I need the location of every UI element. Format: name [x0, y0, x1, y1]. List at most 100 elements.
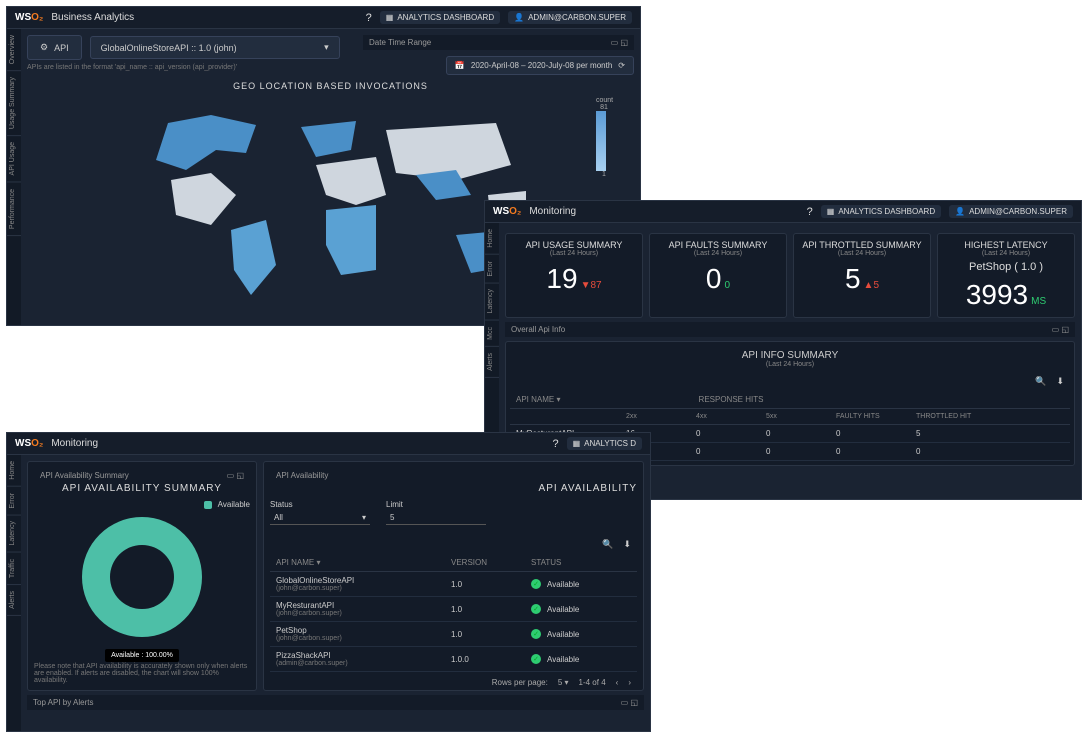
sidetab[interactable]: Performance — [7, 183, 21, 236]
sidetab[interactable]: Alerts — [485, 347, 499, 378]
sidetab[interactable]: Mcc — [485, 321, 499, 347]
prev-page-button[interactable]: ‹ — [616, 678, 619, 687]
panel-header: Overall Api Info▭ ◱ — [505, 322, 1075, 337]
table-row[interactable]: MyResturantAPI(john@carbon.super)1.0✓Ava… — [270, 597, 637, 622]
legend-swatch — [204, 501, 212, 509]
panel-header: Date Time Range▭ ◱ — [363, 35, 634, 50]
logo: WSO₂ — [15, 12, 43, 23]
table-row[interactable]: PizzaShackAPI(admin@carbon.super)1.0.0✓A… — [270, 647, 637, 672]
help-icon[interactable]: ? — [807, 206, 813, 218]
status-ok-icon: ✓ — [531, 579, 541, 589]
nav-dashboard-button[interactable]: ▦ANALYTICS D — [567, 437, 642, 450]
collapse-icon[interactable]: ▭ ◱ — [1052, 325, 1069, 334]
page-title: Business Analytics — [51, 12, 134, 23]
table-subtitle: (Last 24 Hours) — [514, 361, 1066, 368]
topbar: WSO₂ Monitoring ? ▦ANALYTICS D — [7, 433, 650, 455]
sidetab[interactable]: Alerts — [7, 585, 21, 616]
card-title: API FAULTS SUMMARY — [656, 240, 780, 250]
table-pager: Rows per page: 5 ▾ 1-4 of 4 ‹ › — [270, 672, 637, 693]
sidetab[interactable]: Home — [485, 223, 499, 255]
status-filter-dropdown[interactable]: All▾ — [270, 511, 370, 525]
sidetab[interactable]: Home — [7, 455, 21, 487]
map-title: GEO LOCATION BASED INVOCATIONS — [27, 81, 634, 91]
legend-label: Available — [218, 500, 250, 509]
sidetab[interactable]: Error — [7, 487, 21, 516]
side-tabs: HomeErrorLatencyTrafficAlerts — [7, 455, 21, 731]
world-map[interactable] — [116, 95, 546, 310]
table-title: API INFO SUMMARY — [514, 350, 1066, 361]
collapse-icon[interactable]: ▭ ◱ — [227, 471, 244, 480]
summary-card[interactable]: API THROTTLED SUMMARY (Last 24 Hours) 5▲… — [793, 233, 931, 318]
next-page-button[interactable]: › — [628, 678, 631, 687]
card-title: API THROTTLED SUMMARY — [800, 240, 924, 250]
card-delta: 0 — [725, 280, 731, 291]
card-subtitle: (Last 24 Hours) — [512, 250, 636, 257]
status-ok-icon: ✓ — [531, 629, 541, 639]
sidetab[interactable]: Overview — [7, 29, 21, 71]
topbar: WSO₂ Monitoring ? ▦ANALYTICS DASHBOARD 👤… — [485, 201, 1081, 223]
user-menu[interactable]: 👤ADMIN@CARBON.SUPER — [508, 11, 632, 24]
latency-card[interactable]: HIGHEST LATENCY (Last 24 Hours) PetShop … — [937, 233, 1075, 318]
date-range-picker[interactable]: 📅 2020-April-08 – 2020-July-08 per month… — [446, 56, 634, 75]
help-icon[interactable]: ? — [552, 438, 558, 450]
sidetab[interactable]: Usage Summary — [7, 71, 21, 136]
card-title: API USAGE SUMMARY — [512, 240, 636, 250]
card-delta: ▲5 — [864, 280, 879, 291]
card-subtitle: (Last 24 Hours) — [800, 250, 924, 257]
table-header: API NAME ▾ RESPONSE HITS — [510, 391, 1070, 409]
card-value: 0 — [706, 263, 722, 295]
search-icon[interactable]: 🔍 — [602, 539, 613, 550]
summary-card[interactable]: API FAULTS SUMMARY (Last 24 Hours) 00 — [649, 233, 787, 318]
nav-dashboard-button[interactable]: ▦ANALYTICS DASHBOARD — [380, 11, 500, 24]
sidetab[interactable]: Latency — [7, 515, 21, 553]
logo: WSO₂ — [15, 438, 43, 449]
api-settings-button[interactable]: ⚙API — [27, 35, 82, 60]
sidetab[interactable]: Traffic — [7, 553, 21, 585]
calendar-icon: 📅 — [455, 61, 465, 70]
side-tabs: Overview Usage Summary API Usage Perform… — [7, 29, 21, 325]
table-row[interactable]: PetShop(john@carbon.super)1.0✓Available — [270, 622, 637, 647]
limit-filter-input[interactable]: 5 — [386, 511, 486, 525]
table-row[interactable]: GlobalOnlineStoreAPI(john@carbon.super)1… — [270, 572, 637, 597]
latency-unit: MS — [1031, 296, 1046, 307]
map-legend: count 81 1 — [596, 97, 612, 178]
sidetab[interactable]: Error — [485, 255, 499, 284]
gear-icon: ⚙ — [40, 42, 48, 53]
availability-donut-chart[interactable] — [82, 517, 202, 637]
api-selector-dropdown[interactable]: GlobalOnlineStoreAPI :: 1.0 (john)▾ — [90, 36, 340, 59]
latency-api: PetShop ( 1.0 ) — [944, 261, 1068, 273]
summary-card[interactable]: API USAGE SUMMARY (Last 24 Hours) 19 ▼87 — [505, 233, 643, 318]
chevron-down-icon: ▾ — [324, 42, 329, 53]
sidetab[interactable]: Latency — [485, 283, 499, 321]
panel-header: API Availability Summary▭ ◱ — [34, 468, 250, 483]
collapse-icon[interactable]: ▭ ◱ — [621, 698, 638, 707]
status-ok-icon: ✓ — [531, 654, 541, 664]
nav-dashboard-button[interactable]: ▦ANALYTICS DASHBOARD — [821, 205, 941, 218]
footer-note: Please note that API availability is acc… — [34, 663, 250, 684]
sync-icon[interactable]: ⟳ — [618, 61, 625, 70]
search-icon[interactable]: 🔍 — [1035, 376, 1046, 387]
monitoring-availability-panel: WSO₂ Monitoring ? ▦ANALYTICS D HomeError… — [6, 432, 651, 732]
chart-tooltip: Available : 100.00% — [105, 649, 179, 662]
card-value: 5 — [845, 263, 861, 295]
status-ok-icon: ✓ — [531, 604, 541, 614]
filter-label: Status — [270, 500, 370, 509]
api-hint: APIs are listed in the format 'api_name … — [27, 64, 357, 71]
help-icon[interactable]: ? — [366, 12, 372, 24]
section-title: API AVAILABILITY SUMMARY — [34, 483, 250, 494]
page-title: Monitoring — [51, 438, 98, 449]
rows-per-page-select[interactable]: 5 ▾ — [558, 678, 569, 687]
collapse-icon[interactable]: ▭ ◱ — [611, 38, 628, 47]
user-menu[interactable]: 👤ADMIN@CARBON.SUPER — [949, 205, 1073, 218]
download-icon[interactable]: ⬇ — [623, 539, 631, 550]
card-value: 19 — [546, 263, 577, 295]
sidetab[interactable]: API Usage — [7, 136, 21, 182]
card-delta: ▼87 — [581, 280, 602, 291]
logo: WSO₂ — [493, 206, 521, 217]
panel-header: Top API by Alerts▭ ◱ — [27, 695, 644, 710]
page-range: 1-4 of 4 — [579, 678, 606, 687]
section-title: API AVAILABILITY — [270, 483, 637, 494]
topbar: WSO₂ Business Analytics ? ▦ANALYTICS DAS… — [7, 7, 640, 29]
card-subtitle: (Last 24 Hours) — [656, 250, 780, 257]
download-icon[interactable]: ⬇ — [1056, 376, 1064, 387]
